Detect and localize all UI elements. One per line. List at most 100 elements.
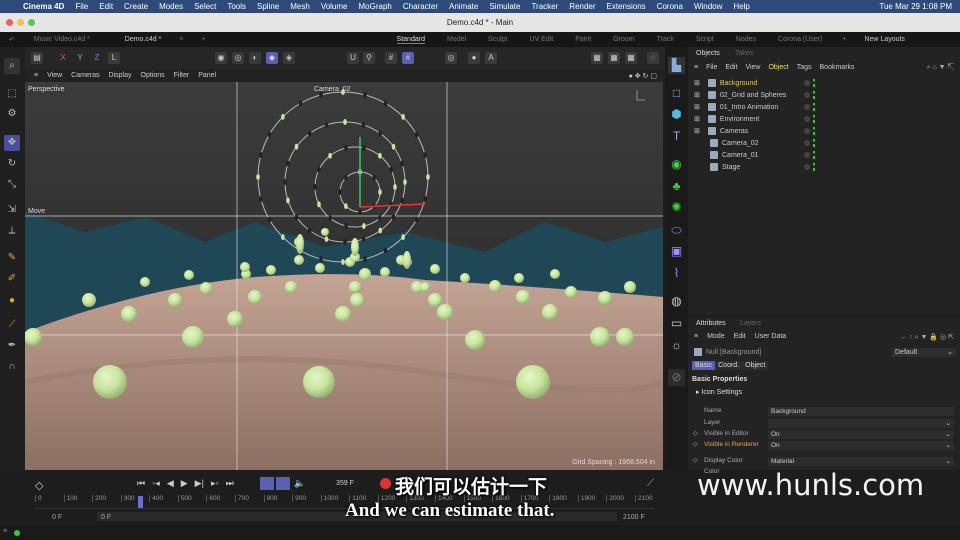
brush-icon[interactable]: ✒: [4, 338, 20, 354]
menu-character[interactable]: Character: [403, 2, 438, 11]
minimize-button[interactable]: [17, 19, 24, 26]
tab-takes[interactable]: Takes: [735, 50, 753, 57]
points-mode-icon[interactable]: ◉: [215, 52, 227, 64]
clapper-play-icon[interactable]: ▦: [608, 52, 620, 64]
axis-icon[interactable]: ⟂: [4, 223, 20, 239]
objects-menu-bookmarks[interactable]: Bookmarks: [820, 64, 855, 71]
object-row[interactable]: ⊞ Background: [694, 77, 958, 89]
sphere[interactable]: [182, 326, 204, 348]
menu-animate[interactable]: Animate: [449, 2, 478, 11]
axis-y-toggle[interactable]: Y: [74, 52, 86, 64]
camera-icon[interactable]: ▭: [668, 315, 685, 332]
layout-tab-nodes[interactable]: Nodes: [736, 36, 756, 44]
deformer-icon[interactable]: ✺: [668, 199, 685, 216]
transform-icon[interactable]: ⇲: [4, 202, 20, 218]
next-frame-icon[interactable]: ▶|: [195, 478, 204, 489]
spline-tools-icon[interactable]: ⌇: [668, 265, 685, 282]
menu-simulate[interactable]: Simulate: [489, 2, 520, 11]
scale-tool-icon[interactable]: ⤡: [4, 177, 20, 193]
visibility-toggles[interactable]: [804, 127, 815, 135]
record-icon[interactable]: [380, 478, 391, 489]
animate-toggle[interactable]: ◇: [693, 430, 698, 437]
uv-mode-icon[interactable]: ◈: [283, 52, 295, 64]
layout-tab-model[interactable]: Model: [447, 36, 466, 44]
object-row[interactable]: ⊞ Cameras: [694, 125, 958, 137]
light-icon[interactable]: ☼: [668, 337, 685, 354]
sphere[interactable]: [296, 234, 304, 254]
menu-edit[interactable]: Edit: [99, 2, 113, 11]
status-menu-icon[interactable]: ≡: [3, 528, 7, 535]
icon-settings-group[interactable]: ▸ Icon Settings: [696, 388, 742, 396]
render-settings-icon[interactable]: A: [485, 52, 497, 64]
doc-tab-demo[interactable]: Demo.c4d *: [125, 36, 162, 43]
sphere[interactable]: [248, 290, 262, 304]
objects-menu-view[interactable]: View: [745, 64, 760, 71]
sphere[interactable]: [403, 251, 411, 269]
render-view-icon[interactable]: ◎: [445, 52, 457, 64]
sphere[interactable]: [460, 273, 470, 283]
sphere[interactable]: [93, 365, 127, 399]
sphere[interactable]: [227, 311, 243, 327]
playback-rate-icon[interactable]: [276, 477, 290, 490]
layout-tab-groom[interactable]: Groom: [613, 36, 634, 44]
sphere[interactable]: [303, 366, 335, 398]
field-display-color[interactable]: Material ⌄: [768, 457, 954, 466]
sphere[interactable]: [550, 269, 560, 279]
layout-tab-paint[interactable]: Paint: [575, 36, 591, 44]
paint-icon[interactable]: ●: [4, 293, 20, 309]
sphere[interactable]: [240, 262, 250, 272]
rotate-tool-icon[interactable]: ↻: [4, 156, 20, 172]
menu-file[interactable]: File: [75, 2, 88, 11]
end-frame-field[interactable]: 2100 F: [623, 514, 645, 521]
sphere[interactable]: [624, 281, 636, 293]
coordinate-system-icon[interactable]: L: [108, 52, 120, 64]
sphere[interactable]: [315, 263, 325, 273]
field-visible-in-renderer[interactable]: On ⌄: [768, 441, 954, 450]
sphere[interactable]: [168, 293, 182, 307]
snap-icon[interactable]: U: [347, 52, 359, 64]
viewport-menu-filter[interactable]: Filter: [174, 72, 190, 79]
move-tool-icon[interactable]: ✥: [4, 135, 20, 151]
sphere[interactable]: [516, 365, 550, 399]
visibility-toggles[interactable]: [804, 103, 815, 111]
sphere[interactable]: [420, 282, 430, 292]
loop-icon[interactable]: [260, 477, 274, 490]
object-row[interactable]: ⊞ 01_Intro Animation: [694, 101, 958, 113]
object-row[interactable]: ⊞ Environment: [694, 113, 958, 125]
text-icon[interactable]: T: [668, 128, 685, 145]
new-layouts-button[interactable]: New Layouts: [864, 36, 904, 43]
sketch-icon[interactable]: ✐: [4, 271, 20, 287]
sphere[interactable]: [430, 264, 440, 274]
close-button[interactable]: [6, 19, 13, 26]
layout-tab-uv-edit[interactable]: UV Edit: [530, 36, 554, 44]
viewport-menu-options[interactable]: Options: [141, 72, 165, 79]
add-layout-icon[interactable]: +: [842, 36, 846, 43]
visibility-toggles[interactable]: [804, 139, 815, 147]
material-icon[interactable]: ⊘: [668, 369, 685, 386]
environment-icon[interactable]: ◍: [668, 293, 685, 310]
sphere[interactable]: [121, 306, 137, 322]
objects-menu-tags[interactable]: Tags: [797, 64, 812, 71]
sphere[interactable]: [351, 238, 359, 256]
prev-key-icon[interactable]: ◦◂: [152, 478, 160, 489]
layout-tab-corona-user[interactable]: Corona (User): [778, 36, 822, 44]
sphere[interactable]: [200, 282, 212, 294]
spline-icon[interactable]: □: [668, 85, 685, 102]
picture-viewer-icon[interactable]: ◌: [647, 52, 659, 64]
spline-pen-icon[interactable]: ✎: [4, 250, 20, 266]
attr-subtab-object[interactable]: Object: [742, 361, 769, 370]
field-visible-in-editor[interactable]: On ⌄: [768, 430, 954, 439]
field-name[interactable]: Background: [768, 407, 954, 416]
sphere[interactable]: [565, 286, 577, 298]
menu-volume[interactable]: Volume: [321, 2, 348, 11]
menu-mesh[interactable]: Mesh: [290, 2, 310, 11]
attribute-nav-icons[interactable]: ← ↑ ⌕ ▼ 🔒 ◎ ⇱: [900, 333, 954, 342]
menu-create[interactable]: Create: [124, 2, 148, 11]
object-row[interactable]: Camera_02: [694, 137, 958, 149]
field-icon[interactable]: ⬭: [668, 222, 685, 239]
tab-attributes[interactable]: Attributes: [696, 320, 726, 327]
sphere[interactable]: [285, 281, 297, 293]
keyframe-icon[interactable]: ◇: [35, 479, 43, 492]
close-tab-icon[interactable]: ×: [179, 36, 183, 43]
sphere[interactable]: [335, 306, 351, 322]
